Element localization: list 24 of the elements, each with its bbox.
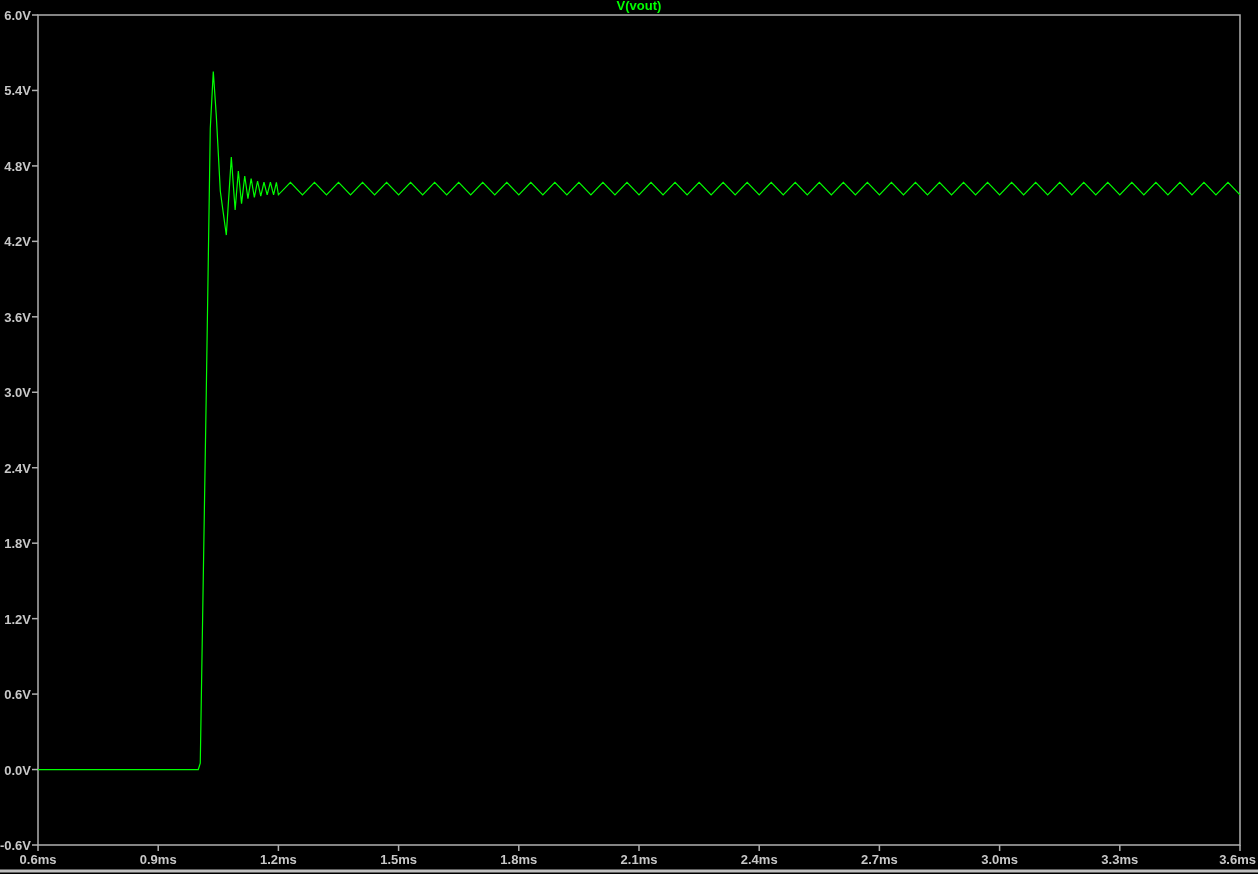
y-tick-label: 5.4V — [4, 83, 31, 99]
y-tick-label: -0.6V — [0, 838, 31, 853]
x-tick-label: 0.9ms — [139, 852, 177, 867]
x-tick-label: 2.4ms — [740, 852, 778, 867]
x-tick-label: 0.6ms — [19, 852, 57, 867]
x-tick-label: 2.1ms — [620, 852, 658, 867]
y-tick-label: 0.0V — [4, 762, 31, 778]
y-tick-label: 4.8V — [4, 158, 31, 174]
y-tick-label: 6.0V — [4, 8, 31, 23]
x-tick-label: 3.0ms — [981, 852, 1019, 867]
trace-legend-label[interactable]: V(vout) — [616, 0, 662, 13]
x-tick-label: 1.5ms — [380, 852, 418, 867]
y-tick-label: 1.8V — [4, 536, 31, 552]
x-tick-label: 3.3ms — [1101, 852, 1139, 867]
x-tick-label: 3.6ms — [1219, 852, 1256, 867]
x-tick-label: 2.7ms — [860, 852, 898, 867]
y-tick-label: 3.0V — [4, 385, 31, 401]
y-tick-label: 3.6V — [4, 309, 31, 325]
y-tick-label: 0.6V — [4, 687, 31, 703]
y-tick-label: 1.2V — [4, 611, 31, 627]
x-tick-label: 1.8ms — [500, 852, 538, 867]
y-tick-label: 4.2V — [4, 234, 31, 250]
y-tick-label: 2.4V — [4, 460, 31, 476]
x-tick-label: 1.2ms — [259, 852, 297, 867]
